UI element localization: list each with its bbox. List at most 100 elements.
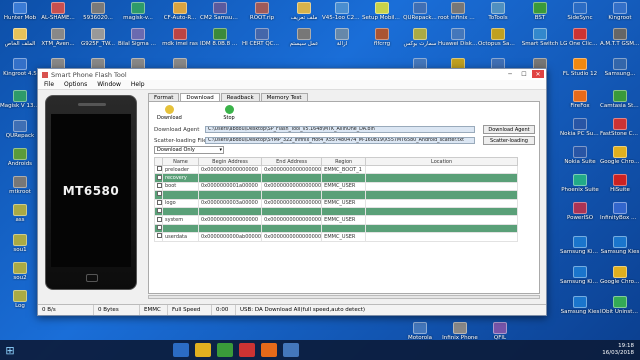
desktop-icon[interactable]: Octopus Samsung Box bbox=[478, 28, 518, 47]
flash-tool-window[interactable]: Smart Phone Flash Tool ─ ☐ ✕ File Option… bbox=[37, 68, 547, 316]
partition-row[interactable]: system 0x0000000000000000 0x00000000000000… bbox=[154, 215, 518, 225]
desktop-icon[interactable]: QURepack bbox=[0, 120, 40, 139]
menu-help[interactable]: Help bbox=[131, 81, 145, 88]
download-agent-button[interactable]: Download Agent bbox=[483, 125, 535, 134]
taskbar-app-icon[interactable] bbox=[239, 343, 255, 357]
desktop-icon[interactable]: Hunter Mob bbox=[0, 2, 40, 21]
minimize-button[interactable]: ─ bbox=[504, 70, 516, 78]
partition-row[interactable] bbox=[154, 206, 518, 217]
download-button[interactable]: Download bbox=[157, 105, 182, 121]
scatter-path[interactable]: C:\Users\abdou\Desktop\SYMP_322_Infinix_… bbox=[205, 137, 475, 144]
desktop-icon[interactable]: FireFox bbox=[560, 90, 600, 109]
partition-checkbox[interactable] bbox=[154, 232, 163, 242]
desktop-icon[interactable]: Log bbox=[0, 290, 40, 309]
taskbar-app-icon[interactable] bbox=[195, 343, 211, 357]
desktop-icon[interactable]: ToTools bbox=[478, 2, 518, 21]
desktop-icon[interactable]: QURepack... bbox=[400, 2, 440, 21]
menu-options[interactable]: Options bbox=[64, 81, 87, 88]
partition-checkbox[interactable] bbox=[154, 198, 163, 208]
taskbar-app-icon[interactable] bbox=[261, 343, 277, 357]
scatter-loading-button[interactable]: Scatter-loading bbox=[483, 136, 535, 145]
desktop-icon[interactable]: Samsung Kies bbox=[560, 296, 600, 315]
partition-row[interactable]: recovery bbox=[154, 173, 518, 183]
desktop-icon[interactable]: sou2 bbox=[0, 262, 40, 281]
menu-file[interactable]: File bbox=[44, 81, 54, 88]
desktop-icon[interactable]: Magisk V 13.1.3 bbox=[0, 90, 40, 109]
desktop-icon[interactable]: HI CERT QCN11 FIX bbox=[242, 28, 282, 47]
desktop-icon[interactable]: flfcrrg bbox=[362, 28, 402, 47]
desktop-icon[interactable]: ملف تعريف bbox=[284, 2, 324, 21]
desktop-icon[interactable]: Kingroot 4.5 bbox=[0, 58, 40, 77]
desktop-icon[interactable]: Samsung Kies (Kies) bbox=[560, 266, 600, 285]
desktop-icon[interactable]: ROOT.rip bbox=[242, 2, 282, 21]
desktop-icon[interactable]: سمارت بوكس bbox=[400, 28, 440, 47]
desktop-icon[interactable]: IDM 8.0B.8 Dio bbox=[200, 28, 240, 47]
taskbar-app-icon[interactable] bbox=[283, 343, 299, 357]
desktop-icon[interactable]: الملف الخاص bbox=[0, 28, 40, 47]
desktop-icon[interactable]: Huawei Disk Low Level Format bbox=[438, 28, 478, 47]
window-titlebar[interactable]: Smart Phone Flash Tool ─ ☐ ✕ bbox=[38, 69, 546, 80]
desktop-icon[interactable]: sou1 bbox=[0, 234, 40, 253]
desktop-icon[interactable]: ازالة bbox=[322, 28, 362, 47]
desktop-icon[interactable]: AL-SHAME... bbox=[38, 2, 78, 21]
partition-row[interactable] bbox=[154, 223, 518, 234]
clock-date[interactable]: 16/03/2018 bbox=[602, 350, 634, 357]
desktop-icon[interactable]: FL Studio 12 bbox=[560, 58, 600, 77]
desktop-icon[interactable]: mtkroot bbox=[0, 176, 40, 195]
desktop-icon[interactable]: BST bbox=[520, 2, 560, 21]
menu-window[interactable]: Window bbox=[97, 81, 121, 88]
partition-checkbox[interactable] bbox=[154, 223, 163, 234]
partition-row[interactable]: userdata 0x0000000000ab00000 0x00000000000… bbox=[154, 232, 518, 242]
partition-checkbox[interactable] bbox=[154, 215, 163, 225]
desktop-icon[interactable]: V45-1oo C2ECHO.Ind bbox=[322, 2, 362, 21]
desktop-icon[interactable]: CF-Auto-R... bbox=[160, 2, 200, 21]
desktop-icon[interactable]: LG One Click Root bbox=[560, 28, 600, 47]
desktop-icon[interactable]: Smart Switch bbox=[520, 28, 560, 47]
desktop-icon[interactable]: Nokia Suite bbox=[560, 146, 600, 165]
desktop-icon[interactable]: Nokia PC Suite bbox=[560, 118, 600, 137]
clock-time[interactable]: 19:18 bbox=[602, 343, 634, 350]
partition-checkbox[interactable] bbox=[154, 173, 163, 183]
desktop-icon[interactable]: Phoenix Suite bbox=[560, 174, 600, 193]
partition-row[interactable]: boot 0x0000000001a00000 0x0000000000000000… bbox=[154, 181, 518, 192]
partition-row[interactable]: logo 0x0000000003a00000 0x0000000000000000… bbox=[154, 198, 518, 208]
taskbar-app-icon[interactable] bbox=[217, 343, 233, 357]
stop-button[interactable]: Stop bbox=[217, 105, 241, 121]
desktop-icon[interactable]: Samsung... bbox=[600, 58, 640, 77]
desktop-icon[interactable]: FastStone Capture bbox=[600, 118, 640, 137]
partition-row[interactable]: preloader 0x0000000000000000 0x00000000000… bbox=[154, 164, 518, 175]
desktop-icon[interactable]: Infinix Phone bbox=[440, 322, 480, 341]
desktop-icon[interactable]: Setup Mobile Pro bbox=[362, 2, 402, 21]
download-mode-select[interactable]: Download Only ▾ bbox=[154, 146, 224, 154]
desktop-icon[interactable]: عمل سيستم bbox=[284, 28, 324, 47]
partition-checkbox[interactable] bbox=[154, 206, 163, 217]
partition-row[interactable] bbox=[154, 190, 518, 200]
close-button[interactable]: ✕ bbox=[532, 70, 544, 78]
desktop-icon[interactable]: Motorola bbox=[400, 322, 440, 341]
desktop-icon[interactable]: Bilal Sigma 5a Fall Plus bbox=[118, 28, 158, 47]
desktop-icon[interactable]: XTM_Aven... bbox=[38, 28, 78, 47]
desktop-icon[interactable]: G925F_TW... bbox=[78, 28, 118, 47]
download-agent-path[interactable]: C:\Users\abdou\Desktop\SP_Flash_Tool_v5.… bbox=[205, 126, 475, 133]
desktop-icon[interactable]: QFIL bbox=[480, 322, 520, 341]
desktop-icon[interactable]: PowerISO bbox=[560, 202, 600, 221]
desktop-icon[interactable]: Samsung Kies (Kies3) bbox=[560, 236, 600, 255]
desktop-icon[interactable]: IObit Uninstaller bbox=[600, 296, 640, 315]
partition-checkbox[interactable] bbox=[154, 190, 163, 200]
desktop-icon[interactable]: magisk-v... bbox=[118, 2, 158, 21]
desktop-icon[interactable]: root infinix hot 4 pro bbox=[438, 2, 478, 21]
desktop-icon[interactable]: A.M.T.T GSM Team bbox=[600, 28, 640, 47]
desktop-icon[interactable]: Google Chrome bbox=[600, 266, 640, 285]
desktop-icon[interactable]: HiSuite bbox=[600, 174, 640, 193]
desktop-icon[interactable]: mdk imei ras bbox=[160, 28, 200, 47]
desktop-icon[interactable]: Google Chrome bbox=[600, 146, 640, 165]
taskbar-app-icon[interactable] bbox=[173, 343, 189, 357]
partition-checkbox[interactable] bbox=[154, 164, 163, 175]
desktop-icon[interactable]: Kingroot bbox=[600, 2, 640, 21]
desktop-icon[interactable]: Camtasia Studio 8 bbox=[600, 90, 640, 109]
desktop-icon[interactable]: InfinityBox BEST bbox=[600, 202, 640, 221]
maximize-button[interactable]: ☐ bbox=[518, 70, 530, 78]
start-button[interactable]: ⊞ bbox=[0, 340, 20, 360]
desktop-icon[interactable]: 5936020... bbox=[78, 2, 118, 21]
partition-checkbox[interactable] bbox=[154, 181, 163, 192]
